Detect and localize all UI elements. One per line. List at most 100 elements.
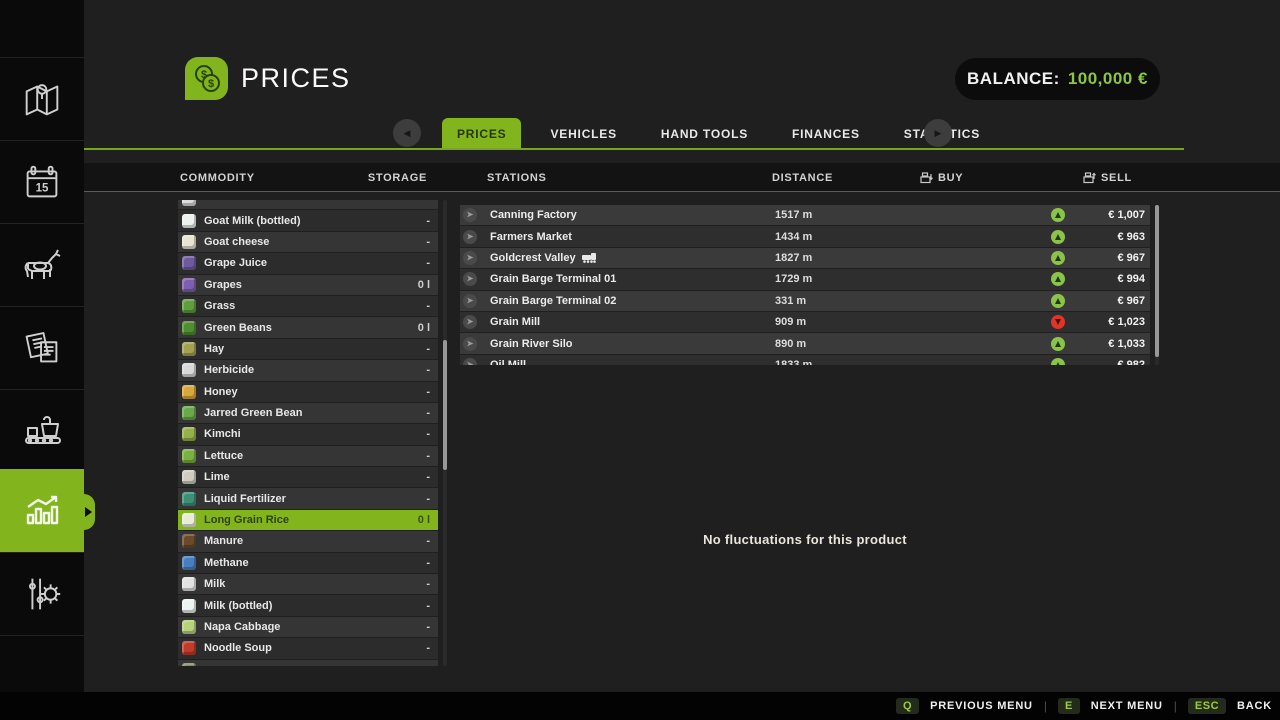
milk-bottle-icon: [182, 599, 196, 613]
station-hotspot-icon: ➤: [463, 208, 477, 222]
station-distance: 1827 m: [775, 252, 1051, 264]
column-buy: BUY: [920, 163, 963, 192]
station-row-grain-river-silo[interactable]: ➤Grain River Silo890 m€ 1,033: [460, 333, 1150, 353]
station-row-farmers-market[interactable]: ➤Farmers Market1434 m€ 963: [460, 226, 1150, 246]
commodity-name: Milk (bottled): [204, 600, 426, 612]
column-commodity: COMMODITY: [180, 163, 255, 192]
shortcut-separator: |: [1044, 699, 1047, 713]
tab-hand-tools[interactable]: HAND TOOLS: [646, 118, 763, 149]
commodity-row-noodle-soup[interactable]: Noodle Soup-: [178, 638, 438, 658]
price-up-icon: [1051, 337, 1065, 351]
commodity-storage-value: 0 l: [418, 322, 430, 334]
price-up-icon: [1051, 272, 1065, 286]
keycap-e[interactable]: E: [1058, 698, 1080, 714]
commodity-name: Goat cheese: [204, 236, 426, 248]
lime-icon: [182, 470, 196, 484]
tab-scroll-right-button[interactable]: ▶: [924, 119, 952, 147]
station-row-canning-factory[interactable]: ➤Canning Factory1517 m€ 1,007: [460, 205, 1150, 225]
commodity-row-green-beans[interactable]: Green Beans0 l: [178, 317, 438, 337]
commodity-name: Napa Cabbage: [204, 621, 426, 633]
commodity-row-manure[interactable]: Manure-: [178, 531, 438, 551]
tab-vehicles[interactable]: VEHICLES: [535, 118, 631, 149]
station-sell-price: € 967: [1073, 252, 1145, 264]
commodity-name: Liquid Fertilizer: [204, 493, 426, 505]
commodity-row-kimchi[interactable]: Kimchi-: [178, 424, 438, 444]
commodity-name: Kimchi: [204, 428, 426, 440]
commodity-row-honey[interactable]: Honey-: [178, 382, 438, 402]
commodity-scrollbar-thumb[interactable]: [443, 340, 447, 470]
station-row-grain-barge-terminal-01[interactable]: ➤Grain Barge Terminal 011729 m€ 994: [460, 269, 1150, 289]
commodity-row-methane[interactable]: Methane-: [178, 553, 438, 573]
commodity-name: Hay: [204, 343, 426, 355]
trend-triangle: [1055, 341, 1061, 347]
station-scrollbar-thumb[interactable]: [1155, 205, 1159, 357]
commodity-row-napa-cabbage[interactable]: Napa Cabbage-: [178, 617, 438, 637]
station-row-grain-barge-terminal-02[interactable]: ➤Grain Barge Terminal 02331 m€ 967: [460, 291, 1150, 311]
balance-value: 100,000 €: [1068, 69, 1148, 89]
price-up-icon: [1051, 230, 1065, 244]
trend-triangle: [1055, 255, 1061, 261]
station-row-goldcrest-valley[interactable]: ➤Goldcrest Valley1827 m€ 967: [460, 248, 1150, 268]
commodity-row-grape-juice[interactable]: Grape Juice-: [178, 253, 438, 273]
sidebar-item-contracts[interactable]: [0, 306, 84, 389]
station-distance: 1729 m: [775, 273, 1051, 285]
commodity-row-herbicide[interactable]: Herbicide-: [178, 360, 438, 380]
commodity-scrollbar-track[interactable]: [443, 200, 447, 666]
commodity-storage-value: -: [426, 386, 430, 398]
sidebar-item-map[interactable]: [0, 57, 84, 140]
station-scrollbar-track[interactable]: [1155, 205, 1159, 365]
sidebar-item-production[interactable]: [0, 389, 84, 469]
shortcut-separator: |: [1174, 699, 1177, 713]
commodity-storage-value: -: [426, 621, 430, 633]
noodle-soup-icon: [182, 641, 196, 655]
price-up-icon: [1051, 358, 1065, 365]
commodity-name: Grape Juice: [204, 257, 426, 269]
prices-screen: 15 $ $ PRICES BALANCE: 100,000 € ◀ PRICE…: [0, 0, 1280, 720]
keycap-esc[interactable]: ESC: [1188, 698, 1226, 714]
station-name: Grain Barge Terminal 01: [490, 273, 616, 285]
sidebar-item-settings[interactable]: [0, 552, 84, 635]
station-row-oil-mill[interactable]: ➤Oil Mill1833 m€ 982: [460, 355, 1150, 365]
long-grain-rice-icon: [182, 513, 196, 527]
tab-finances[interactable]: FINANCES: [777, 118, 875, 149]
commodity-storage-value: -: [426, 557, 430, 569]
commodity-row-milk[interactable]: Milk-: [178, 574, 438, 594]
production-icon: [18, 406, 66, 454]
keycap-q[interactable]: Q: [896, 698, 919, 714]
station-sell-price: € 982: [1073, 359, 1145, 365]
commodity-row-liquid-fertilizer[interactable]: Liquid Fertilizer-: [178, 488, 438, 508]
sidebar-item-prices[interactable]: [0, 469, 84, 552]
station-sell-price: € 1,007: [1073, 209, 1145, 221]
commodity-row-long-grain-rice[interactable]: Long Grain Rice0 l: [178, 510, 438, 530]
commodity-name: Manure: [204, 535, 426, 547]
commodity-storage-value: -: [426, 236, 430, 248]
commodity-row-goat-cheese[interactable]: Goat cheese-: [178, 232, 438, 252]
commodity-row-goat-milk-bottled-[interactable]: Goat Milk (bottled)-: [178, 210, 438, 230]
commodity-storage-value: -: [426, 364, 430, 376]
commodity-row-partial[interactable]: [178, 200, 438, 209]
commodity-row-partial[interactable]: [178, 660, 438, 666]
tab-prices[interactable]: PRICES: [442, 118, 521, 149]
commodity-row-grass[interactable]: Grass-: [178, 296, 438, 316]
commodity-row-grapes[interactable]: Grapes0 l: [178, 275, 438, 295]
commodity-storage-value: -: [426, 215, 430, 227]
sidebar-active-arrow-icon: [85, 507, 92, 517]
tab-scroll-left-button[interactable]: ◀: [393, 119, 421, 147]
commodity-row-jarred-green-bean[interactable]: Jarred Green Bean-: [178, 403, 438, 423]
commodity-row-hay[interactable]: Hay-: [178, 339, 438, 359]
commodity-row-milk-bottled-[interactable]: Milk (bottled)-: [178, 595, 438, 615]
commodity-row-lettuce[interactable]: Lettuce-: [178, 446, 438, 466]
goat-milk-bottle-icon: [182, 214, 196, 228]
commodity-name: Lettuce: [204, 450, 426, 462]
sell-register-icon: [1083, 171, 1096, 184]
commodity-name: Noodle Soup: [204, 642, 426, 654]
jarred-green-bean-icon: [182, 406, 196, 420]
station-row-grain-mill[interactable]: ➤Grain Mill909 m€ 1,023: [460, 312, 1150, 332]
goat-milk-icon: [182, 200, 196, 206]
no-fluctuations-message: No fluctuations for this product: [460, 532, 1150, 547]
sidebar-item-calendar[interactable]: 15: [0, 140, 84, 223]
sidebar-item-animals[interactable]: [0, 223, 84, 306]
station-hotspot-icon: ➤: [463, 272, 477, 286]
commodity-storage-value: -: [426, 300, 430, 312]
commodity-row-lime[interactable]: Lime-: [178, 467, 438, 487]
